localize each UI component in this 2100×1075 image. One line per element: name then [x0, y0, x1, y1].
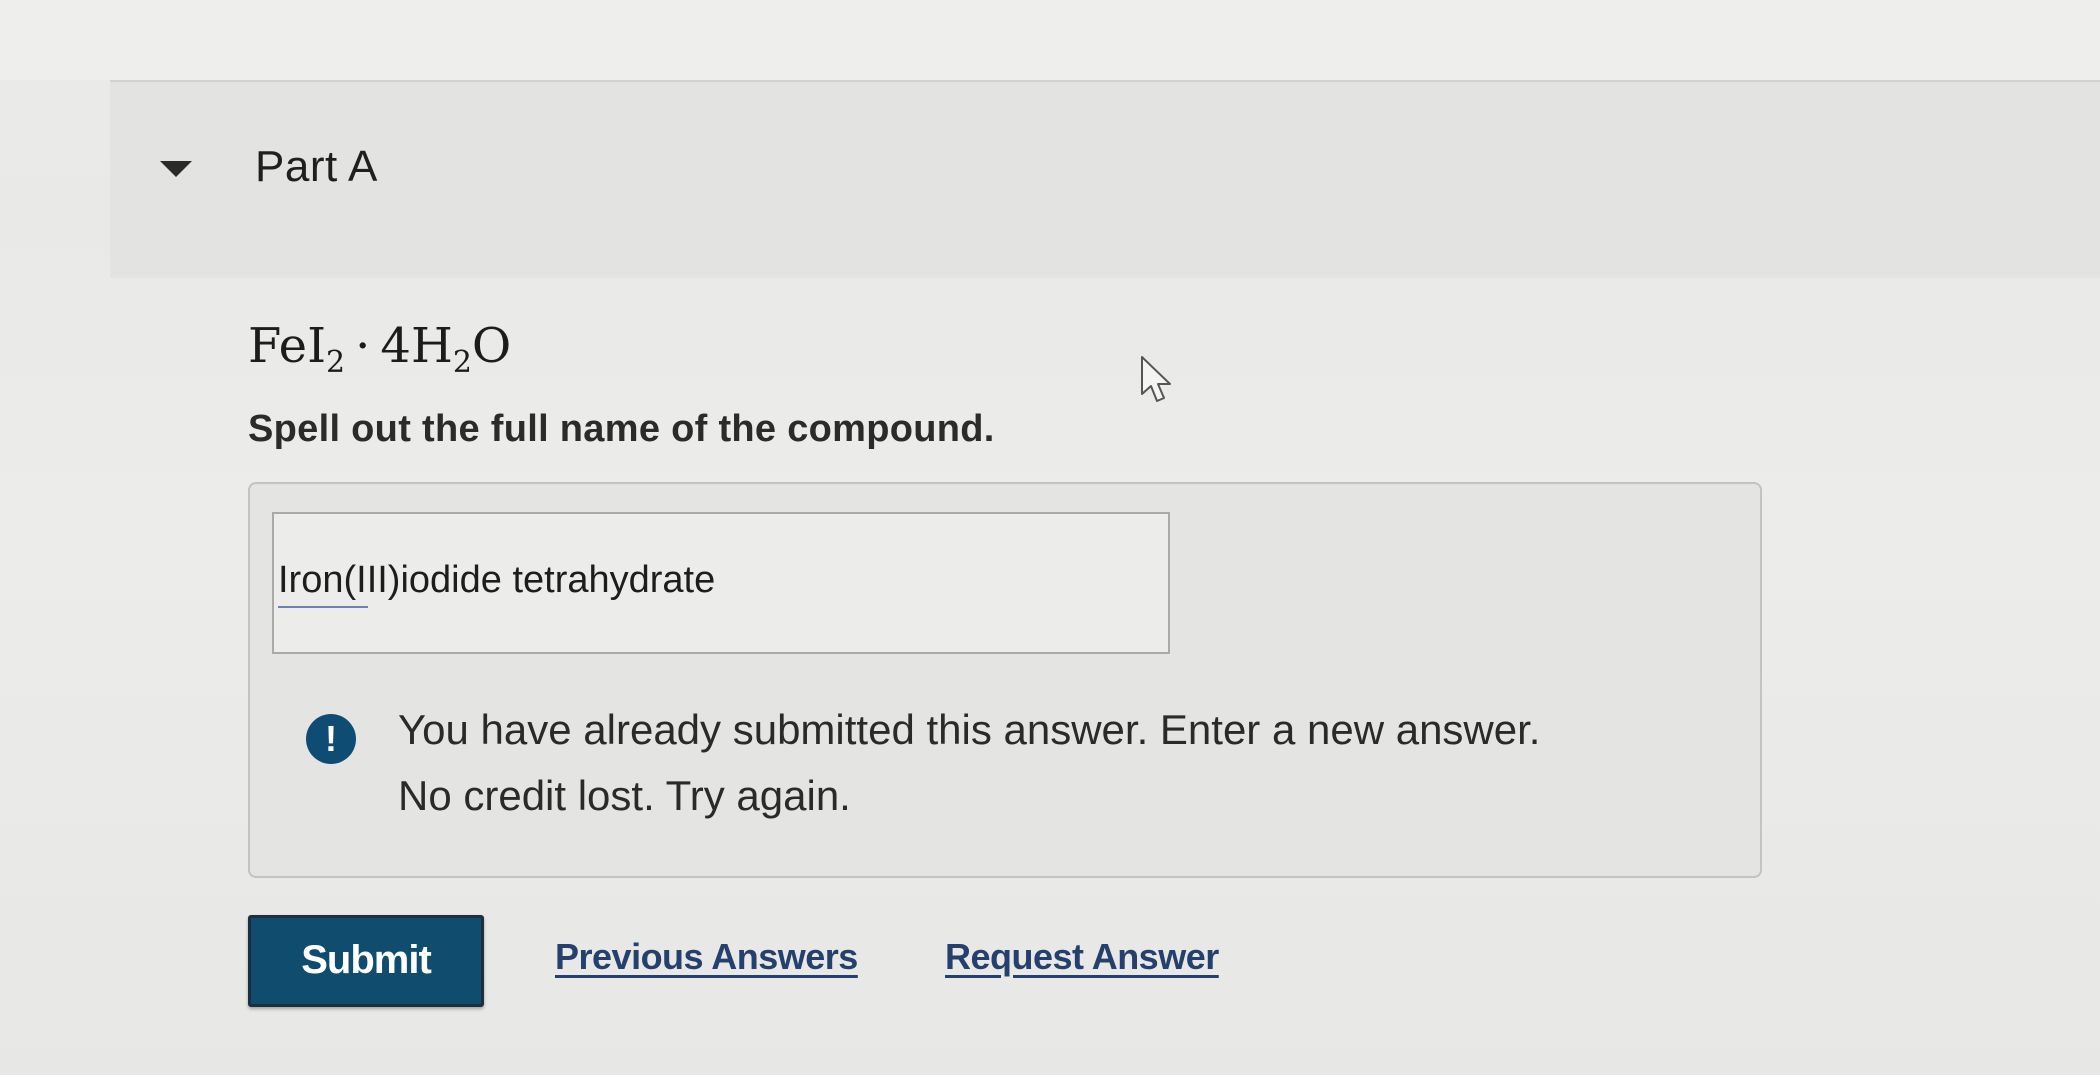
formula-base-1: FeI	[248, 318, 327, 374]
answer-text-field[interactable]: Iron(III)iodide tetrahydrate	[272, 512, 1170, 654]
formula-base-3: O	[471, 318, 512, 374]
formula-separator: ·	[355, 318, 371, 374]
part-title[interactable]: Part A	[255, 142, 378, 192]
feedback-message-line-1: You have already submitted this answer. …	[398, 706, 1541, 753]
request-answer-link[interactable]: Request Answer	[945, 936, 1219, 978]
chemical-formula: FeI2 · 4H2O	[248, 318, 511, 380]
formula-base-2: 4H	[380, 318, 453, 374]
top-background-band	[0, 0, 2100, 80]
answer-value[interactable]: Iron(III)iodide tetrahydrate	[278, 558, 715, 602]
question-prompt: Spell out the full name of the compound.	[248, 408, 995, 450]
spellcheck-underline	[278, 606, 368, 608]
previous-answers-link[interactable]: Previous Answers	[555, 936, 858, 978]
formula-subscript-1: 2	[326, 345, 346, 380]
formula-subscript-2: 2	[452, 345, 472, 380]
part-a-header[interactable]	[110, 82, 2100, 278]
mouse-cursor-icon	[1141, 356, 1171, 402]
mastering-question-screen: Part A FeI2 · 4H2O Spell out the full name…	[0, 0, 2100, 1075]
exclamation-circle-icon: !	[306, 714, 356, 764]
feedback-message-line-2: No credit lost. Try again.	[398, 772, 851, 819]
submit-button[interactable]: Submit	[248, 915, 484, 1007]
caret-down-icon[interactable]	[160, 161, 192, 177]
